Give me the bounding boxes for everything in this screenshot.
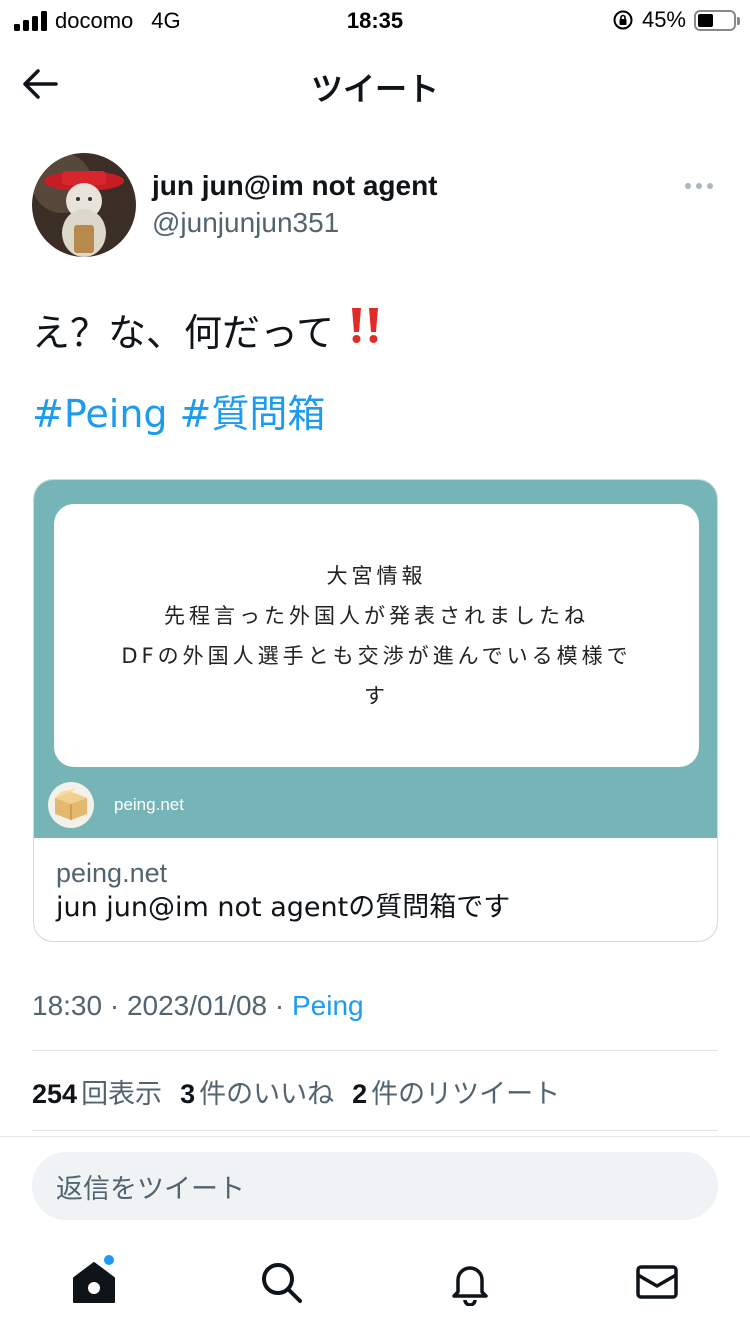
card-domain: peing.net <box>56 858 168 888</box>
retweets-count: 2 <box>352 1079 368 1109</box>
likes-stat[interactable]: 3 件のいいね <box>180 1072 334 1111</box>
hashtag-link[interactable]: #Peing <box>32 392 168 436</box>
peing-branding: peing.net <box>48 782 184 828</box>
tab-messages[interactable] <box>633 1258 681 1306</box>
tab-search[interactable] <box>257 1258 305 1306</box>
divider <box>32 1130 718 1131</box>
link-card[interactable]: 大宮情報 先程言った外国人が発表されましたね DFの外国人選手とも交渉が進んでい… <box>33 479 718 942</box>
avatar-image <box>32 153 136 257</box>
question-line: す <box>364 683 389 708</box>
separator: · <box>267 990 292 1021</box>
tweet-text: え？な、何だって <box>32 302 384 357</box>
search-icon <box>262 1263 302 1303</box>
views-stat[interactable]: 254 回表示 <box>32 1072 162 1111</box>
retweets-stat[interactable]: 2 件のリツイート <box>352 1072 560 1111</box>
card-image-domain: peing.net <box>114 795 184 814</box>
tab-home[interactable] <box>70 1258 118 1306</box>
hashtag-link[interactable]: #質問箱 <box>180 392 326 436</box>
status-bar: docomo 4G 18:35 45% <box>0 0 750 42</box>
battery-percent: 45% <box>641 7 686 32</box>
box-icon <box>48 782 94 828</box>
new-content-indicator <box>104 1255 114 1265</box>
double-exclamation-icon <box>348 305 384 354</box>
source-link[interactable]: Peing <box>292 990 364 1021</box>
retweets-label: 件のリツイート <box>371 1079 561 1110</box>
messages-icon <box>636 1265 678 1299</box>
views-label: 回表示 <box>81 1079 163 1110</box>
more-horizontal-icon[interactable] <box>682 176 716 196</box>
views-count: 254 <box>32 1079 78 1109</box>
status-right: 45% <box>612 7 740 33</box>
header: ツイート <box>0 52 750 116</box>
likes-label: 件のいいね <box>199 1079 335 1110</box>
hashtags: #Peing #質問箱 <box>32 383 337 438</box>
tweet-date: 2023/01/08 <box>126 990 268 1021</box>
card-meta: peing.net jun jun@im not agentの質問箱です <box>34 838 717 941</box>
separator: · <box>102 990 127 1021</box>
card-image: 大宮情報 先程言った外国人が発表されましたね DFの外国人選手とも交渉が進んでい… <box>34 480 717 838</box>
home-icon <box>73 1262 115 1303</box>
likes-count: 3 <box>180 1079 196 1109</box>
author-name[interactable]: jun jun@im not agent <box>152 170 438 202</box>
question-box: 大宮情報 先程言った外国人が発表されましたね DFの外国人選手とも交渉が進んでい… <box>54 504 699 767</box>
orientation-lock-icon <box>613 10 633 30</box>
tweet-timestamp: 18:30 · 2023/01/08 · Peing <box>32 990 364 1022</box>
tweet-time: 18:30 <box>32 990 103 1021</box>
author-handle[interactable]: @junjunjun351 <box>152 207 339 239</box>
battery-icon <box>694 9 740 31</box>
engagement-stats: 254 回表示 3 件のいいね 2 件のリツイート <box>32 1072 560 1111</box>
tab-notifications[interactable] <box>446 1258 494 1307</box>
tab-bar <box>0 1240 750 1334</box>
avatar[interactable] <box>32 153 136 257</box>
battery-fill <box>698 13 714 27</box>
tweet-text-body: え？な、何だって <box>32 311 335 355</box>
question-line: 先程言った外国人が発表されましたね <box>164 603 589 628</box>
question-line: DFの外国人選手とも交渉が進んでいる模様で <box>121 643 632 668</box>
question-line: 大宮情報 <box>326 563 427 588</box>
notifications-icon <box>452 1266 488 1307</box>
card-title: jun jun@im not agentの質問箱です <box>56 892 511 923</box>
divider <box>32 1050 718 1051</box>
divider <box>0 1136 750 1137</box>
page-title: ツイート <box>310 71 439 107</box>
reply-input[interactable]: 返信をツイート <box>32 1152 718 1220</box>
